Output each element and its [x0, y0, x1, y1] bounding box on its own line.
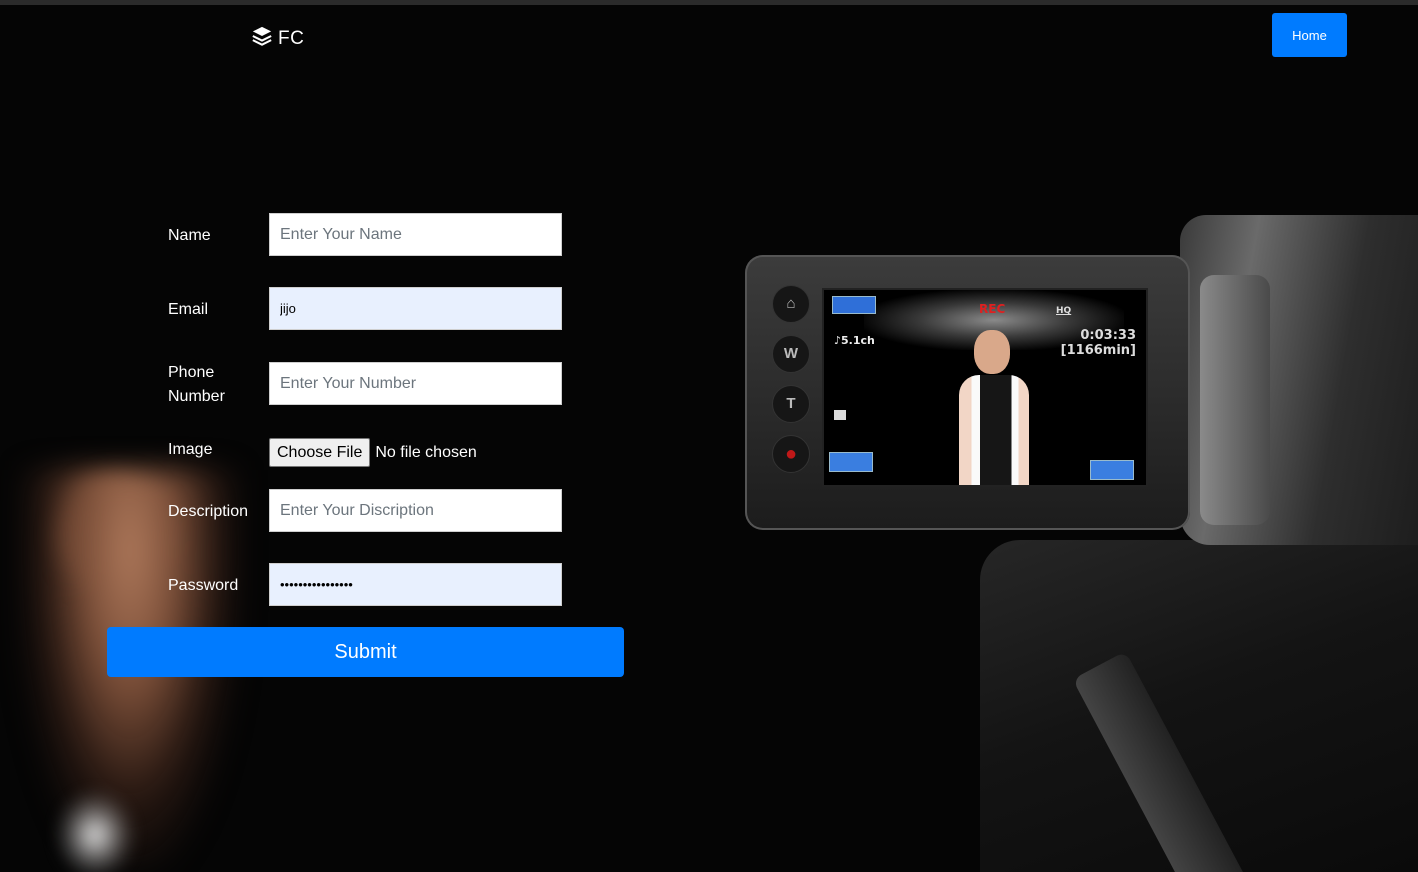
camera-home-icon: ⌂	[772, 285, 810, 323]
submit-button[interactable]: Submit	[107, 627, 624, 677]
password-input[interactable]	[269, 563, 562, 606]
camera-zoom-tele-icon: T	[772, 385, 810, 423]
email-label: Email	[168, 301, 209, 318]
brand-text: FC	[278, 27, 305, 49]
blurred-light	[55, 790, 135, 872]
camera-lcd-buttons: ⌂ W T ●	[772, 285, 816, 485]
background-photo: ⌂ W T ● REC HQ 0:03:33 [1166min] ♪5.1ch	[0, 0, 1418, 872]
camera-screen: REC HQ 0:03:33 [1166min] ♪5.1ch	[822, 288, 1148, 487]
phone-label-line2: Number	[168, 388, 225, 405]
email-input[interactable]	[269, 287, 562, 330]
image-label: Image	[168, 441, 213, 458]
phone-label-line1: Phone	[168, 364, 215, 381]
password-label: Password	[168, 577, 239, 594]
description-input[interactable]	[269, 489, 562, 532]
name-input[interactable]	[269, 213, 562, 256]
phone-label: Phone Number	[168, 361, 225, 409]
phone-input[interactable]	[269, 362, 562, 405]
screen-playback-button	[829, 452, 873, 472]
screen-quality-indicator: HQ	[1056, 306, 1072, 316]
screen-menu-button	[1090, 460, 1134, 480]
screen-remaining-value: [1166min]	[1060, 343, 1136, 358]
camera-record-icon: ●	[772, 435, 810, 473]
screen-timecode-value: 0:03:33	[1080, 328, 1136, 343]
screen-timecode: 0:03:33 [1166min]	[1061, 328, 1136, 358]
choose-file-button[interactable]: Choose File	[269, 438, 371, 467]
screen-audio-indicator: ♪5.1ch	[834, 334, 875, 347]
description-label: Description	[168, 503, 249, 520]
file-status: No file chosen	[375, 443, 477, 461]
home-button[interactable]: Home	[1272, 13, 1347, 57]
name-label: Name	[168, 227, 211, 244]
screen-photo-icon	[834, 410, 846, 420]
layers-icon	[251, 25, 273, 52]
screen-rec-indicator: REC	[979, 302, 1006, 316]
image-file-input[interactable]: Choose File No file chosen	[269, 438, 477, 467]
singer-body	[959, 375, 1029, 485]
camera-grip	[1200, 275, 1270, 525]
screen-home-button	[832, 296, 876, 314]
singer-head	[974, 330, 1010, 374]
brand-logo[interactable]: FC	[251, 25, 304, 52]
camera-zoom-wide-icon: W	[772, 335, 810, 373]
